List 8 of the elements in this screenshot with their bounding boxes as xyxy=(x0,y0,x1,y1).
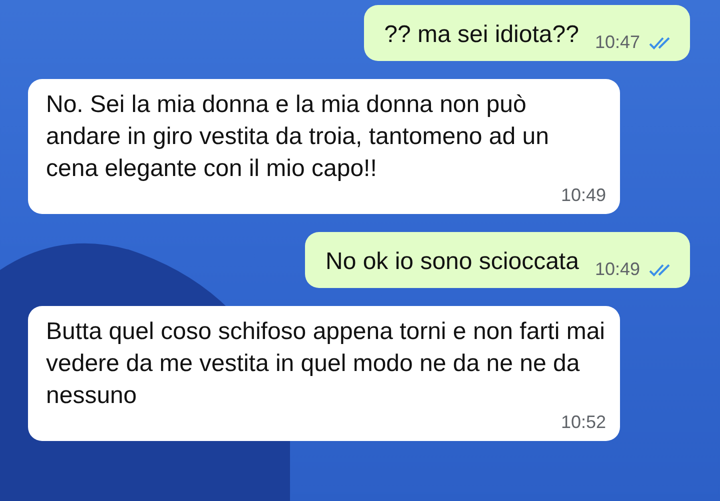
message-time: 10:49 xyxy=(594,259,640,280)
message-text: ?? ma sei idiota?? xyxy=(384,20,579,50)
message-text: Butta quel coso schifoso appena torni e non farti mai vedere da me vestita in quel modo ne da ne ne da nessuno xyxy=(46,317,606,411)
message-text: No ok io sono scioccata xyxy=(325,247,579,277)
message-time: 10:52 xyxy=(560,412,606,433)
message-time: 10:49 xyxy=(560,185,606,206)
message-time: 10:47 xyxy=(594,32,640,53)
message-text: No. Sei la mia donna e la mia donna non può andare in giro vestita da troia, tantomeno ad un cena elegante con il mio capo!! xyxy=(46,90,550,184)
